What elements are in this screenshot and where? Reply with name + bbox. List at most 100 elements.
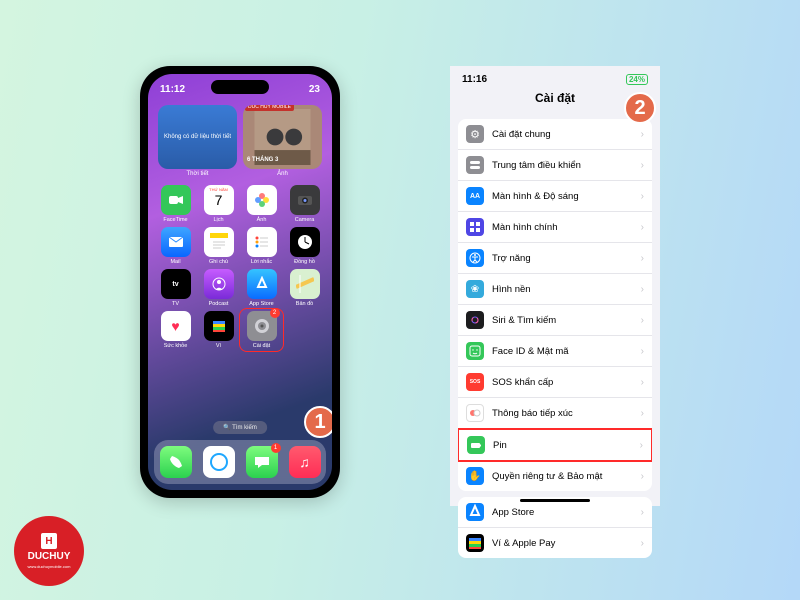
settings-row-tr-n-ng[interactable]: Trợ năng› <box>458 243 652 274</box>
app-camera[interactable]: Camera <box>285 185 324 223</box>
photos-widget[interactable]: DUC HUY MOBILE 6 THÁNG 3 <box>243 105 322 169</box>
grid-icon <box>466 218 484 236</box>
app-đồng-hồ[interactable]: Đồng hồ <box>285 227 324 265</box>
notes-icon <box>204 227 234 257</box>
app-ảnh[interactable]: Ảnh <box>242 185 281 223</box>
settings-row-m-n-h-nh-ch-nh[interactable]: Màn hình chính › <box>458 212 652 243</box>
settings-screen: 11:16 24% Cài đặt 2 ⚙Cài đặt chung›Trung… <box>450 66 660 506</box>
home-screen: 11:12 23 Không có dữ liệu thời tiết DUC … <box>148 74 332 490</box>
app-label: Mail <box>170 259 180 265</box>
app-lịch[interactable]: THỨ NĂM7 Lịch <box>199 185 238 223</box>
settings-row-c-i-t-chung[interactable]: ⚙Cài đặt chung› <box>458 119 652 150</box>
settings-row-v-apple-pay[interactable]: Ví & Apple Pay› <box>458 528 652 558</box>
app-sức-khỏe[interactable]: ♥Sức khỏe <box>156 311 195 349</box>
clock-icon <box>290 227 320 257</box>
chevron-right-icon: › <box>641 346 644 357</box>
app-facetime[interactable]: FaceTime <box>156 185 195 223</box>
settings-group-general: ⚙Cài đặt chung› Trung tâm điều khiển › AA Mà… <box>458 119 652 491</box>
app-label: FaceTime <box>163 217 187 223</box>
notification-badge: 1 <box>271 443 281 453</box>
phone-step-1: 11:12 23 Không có dữ liệu thời tiết DUC … <box>140 66 340 498</box>
app-label: Đồng hồ <box>294 259 315 265</box>
home-indicator <box>520 499 590 502</box>
settings-row-m-n-h-nh-s-ng[interactable]: AA Màn hình & Độ sáng › <box>458 181 652 212</box>
app-label: Lịch <box>213 217 223 223</box>
app-mail[interactable]: Mail <box>156 227 195 265</box>
phone-step-2: 11:16 24% Cài đặt 2 ⚙Cài đặt chung›Trung… <box>450 66 660 506</box>
app-bản-đồ[interactable]: Bản đồ <box>285 269 324 307</box>
spotlight-search[interactable]: 🔍 Tìm kiếm <box>213 421 267 434</box>
settings-row-label: Pin <box>493 440 507 451</box>
app-label: Ví <box>216 343 221 349</box>
chevron-right-icon: › <box>641 315 644 326</box>
weather-widget-label: Thời tiết <box>158 171 237 177</box>
tv-icon: tv <box>161 269 191 299</box>
settings-row-label: SOS khẩn cấp <box>492 377 553 388</box>
settings-row-th-ng-b-o-ti-p-x-c[interactable]: Thông báo tiếp xúc › <box>458 398 652 429</box>
AA-icon: AA <box>466 187 484 205</box>
appstore-icon <box>466 503 484 521</box>
app-ví[interactable]: Ví <box>199 311 238 349</box>
settings-row-siri-t-m-ki-m[interactable]: Siri & Tìm kiếm › <box>458 305 652 336</box>
switches-icon <box>466 156 484 174</box>
chevron-right-icon: › <box>641 538 644 549</box>
chevron-right-icon: › <box>641 160 644 171</box>
dock-safari[interactable] <box>203 446 235 478</box>
chevron-right-icon: › <box>641 191 644 202</box>
settings-row-sos-kh-n-c-p[interactable]: SOSSOS khẩn cấp› <box>458 367 652 398</box>
camera-icon <box>290 185 320 215</box>
app-podcast[interactable]: Podcast <box>199 269 238 307</box>
settings-group-apps: App Store›Ví & Apple Pay› <box>458 497 652 558</box>
app-label: Bản đồ <box>296 301 313 307</box>
status-bar: 11:16 24% <box>450 66 660 87</box>
chevron-right-icon: › <box>641 284 644 295</box>
app-label: Camera <box>295 217 315 223</box>
app-ghi-chú[interactable]: Ghi chú <box>199 227 238 265</box>
chevron-right-icon: › <box>640 440 643 451</box>
status-time: 11:12 <box>160 84 185 95</box>
weather-widget[interactable]: Không có dữ liệu thời tiết <box>158 105 237 169</box>
mail-icon <box>161 227 191 257</box>
chevron-right-icon: › <box>641 408 644 419</box>
settings-row-h-nh-n-n[interactable]: ❀Hình nền› <box>458 274 652 305</box>
chevron-right-icon: › <box>641 507 644 518</box>
SOS-icon: SOS <box>466 373 484 391</box>
hand-icon: ✋ <box>466 467 484 485</box>
settings-row-label: Hình nền <box>492 284 531 295</box>
app-label: Ghi chú <box>209 259 228 265</box>
faceid-icon <box>466 342 484 360</box>
app-app-store[interactable]: App Store <box>242 269 281 307</box>
settings-row-pin[interactable]: Pin › <box>458 428 652 462</box>
settings-row-label: Thông báo tiếp xúc <box>492 408 573 419</box>
calendar-icon: THỨ NĂM7 <box>204 185 234 215</box>
dock-music[interactable]: ♫ <box>289 446 321 478</box>
settings-row-label: Màn hình chính <box>492 222 558 233</box>
settings-row-label: Face ID & Mật mã <box>492 346 569 357</box>
app-label: Sức khỏe <box>164 343 188 349</box>
video-icon <box>161 185 191 215</box>
status-battery: 23 <box>309 84 320 95</box>
settings-row-label: Màn hình & Độ sáng <box>492 191 579 202</box>
step-badge-1: 1 <box>304 406 332 438</box>
wallet-icon <box>466 534 484 552</box>
settings-row-label: Quyền riêng tư & Bảo mật <box>492 471 602 482</box>
settings-row-label: Trung tâm điều khiển <box>492 160 581 171</box>
settings-row-quy-n-ri-ng-t-b-o-m-t[interactable]: ✋ Quyền riêng tư & Bảo mật › <box>458 461 652 491</box>
dock: 1♫ <box>154 440 326 484</box>
dock-messages[interactable]: 1 <box>246 446 278 478</box>
app-label: Podcast <box>209 301 229 307</box>
dynamic-island <box>211 80 269 94</box>
dock-phone[interactable] <box>160 446 192 478</box>
photos-widget-label: Ảnh <box>243 171 322 177</box>
app-lời-nhắc[interactable]: Lời nhắc <box>242 227 281 265</box>
photos-icon <box>247 185 277 215</box>
chevron-right-icon: › <box>641 471 644 482</box>
chevron-right-icon: › <box>641 222 644 233</box>
highlight-box <box>239 308 284 352</box>
app-tv[interactable]: tvTV <box>156 269 195 307</box>
settings-row-label: App Store <box>492 507 534 518</box>
settings-row-trung-t-m-i-u-khi-n[interactable]: Trung tâm điều khiển › <box>458 150 652 181</box>
settings-row-label: Siri & Tìm kiếm <box>492 315 556 326</box>
app-cài-đặt[interactable]: 2Cài đặt <box>242 311 281 349</box>
settings-row-face-id-m-t-m-[interactable]: Face ID & Mật mã › <box>458 336 652 367</box>
